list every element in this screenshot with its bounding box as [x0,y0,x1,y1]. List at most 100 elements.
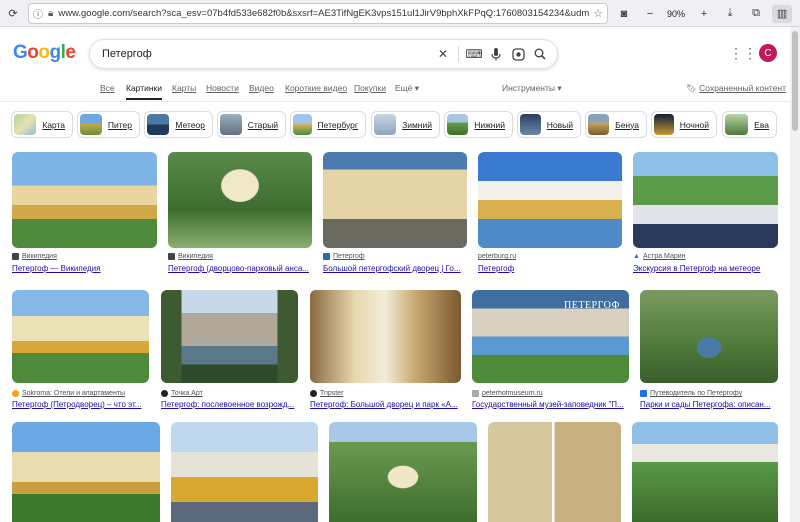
tab-all[interactable]: Все [100,83,115,93]
google-apps-icon[interactable]: ⋮⋮ [729,45,757,61]
tab-images[interactable]: Картинки [126,83,163,100]
result-source[interactable]: Википедия [168,253,312,260]
result-title[interactable]: Петергоф (дворцово-парковый анса... [168,264,312,273]
scrollbar-thumb[interactable] [792,31,798,131]
chip-meteor[interactable]: Метеор [144,111,213,138]
sidebar-icon[interactable]: ▥ [772,4,793,23]
page-scrollbar[interactable] [790,27,800,522]
chip-thumbnail [588,114,610,135]
result-source[interactable]: Tripster [310,390,461,397]
result-image[interactable] [478,152,622,248]
search-tabs: Все Картинки Карты Новости Видео Коротки… [0,78,790,102]
search-input[interactable]: Петергоф [102,48,432,60]
result-image[interactable] [168,152,312,248]
chip-old[interactable]: Старый [217,111,286,138]
tab-more[interactable]: Ещё ▾ [395,83,419,94]
tab-news[interactable]: Новости [206,83,239,93]
result-image[interactable] [12,290,149,383]
url-text[interactable]: www.google.com/search?sca_esv=07b4fd533e… [58,8,589,19]
chip-piter[interactable]: Питер [77,111,140,138]
logo-letter: o [38,42,50,63]
account-avatar[interactable]: C [759,44,777,62]
google-logo[interactable]: Google [13,42,76,64]
result-image[interactable] [488,422,621,522]
chip-thumbnail [654,114,674,135]
result-title[interactable]: Петергоф: Большой дворец и парк «А... [310,400,461,409]
extensions-icon[interactable]: ⧉ [746,5,766,23]
result-image[interactable] [323,152,467,248]
chip-label: Петербург [317,119,358,130]
result-image[interactable]: ПЕТЕРГОФ [472,290,629,383]
result-title[interactable]: Петергоф — Википедия [12,264,157,273]
chip-benois[interactable]: Бенуа [585,111,647,138]
saved-content-link[interactable]: 🔖︎ Сохраненный контент [686,83,786,94]
browser-toolbar: ⟳ ⓘ 🔒︎ www.google.com/search?sca_esv=07b… [0,0,800,27]
result-source[interactable]: Википедия [12,253,157,260]
result-image[interactable] [12,422,160,522]
tab-maps[interactable]: Карты [172,83,196,93]
result-source[interactable]: Путеводитель по Петергофу [640,390,778,397]
result-image[interactable] [329,422,477,522]
result-title[interactable]: Петергоф [478,264,622,273]
chip-petersburg[interactable]: Петербург [290,111,366,138]
tools-button[interactable]: Инструменты ▾ [502,83,562,94]
search-icon[interactable] [529,43,551,65]
result-image[interactable] [640,290,778,383]
result-title[interactable]: Парки и сады Петергофа: описан... [640,400,778,409]
chip-map[interactable]: Карта [11,111,73,138]
result-source[interactable]: Точка Арт [161,390,298,397]
chip-thumbnail [520,114,541,135]
result-image[interactable] [12,152,157,248]
result-image[interactable] [632,422,778,522]
microphone-icon[interactable] [485,43,507,65]
lens-icon[interactable] [507,43,529,65]
lock-icon[interactable]: 🔒︎ [48,8,53,19]
screenshot-icon[interactable]: ◙ [614,5,634,23]
tab-shopping[interactable]: Покупки [354,83,386,93]
result-title[interactable]: Большой петергофский дворец | Го... [323,264,467,273]
chip-night[interactable]: Ночной [651,111,717,138]
tab-videos[interactable]: Видео [249,83,274,93]
result-title[interactable]: Экскурсия в Петергоф на метеоре [633,264,778,273]
result-image[interactable] [161,290,298,383]
chip-new[interactable]: Новый [517,111,581,138]
result-title[interactable]: Государственный музей-заповедник "П... [472,400,629,409]
favicon-icon [472,390,479,397]
result-image[interactable] [310,290,461,383]
chip-thumbnail [447,114,469,135]
bookmark-icon: 🔖︎ [686,83,697,93]
tab-short-videos[interactable]: Короткие видео [285,83,347,93]
result-source[interactable]: Sokroma: Отели и апартаменты [12,390,149,397]
chip-lower[interactable]: Нижний [444,111,513,138]
result-image[interactable] [171,422,318,522]
bookmark-star-icon[interactable]: ☆ [593,7,603,20]
clear-icon[interactable]: ✕ [432,43,454,65]
chip-eva[interactable]: Ева [722,111,777,138]
keyboard-icon[interactable]: ⌨ [463,43,485,65]
downloads-icon[interactable]: ⤓ [720,5,740,23]
favicon-icon [640,390,647,397]
result-image[interactable] [633,152,778,248]
page-info-icon[interactable]: ⓘ [33,6,43,21]
chip-label: Зимний [402,119,432,130]
search-box[interactable]: Петергоф ✕ ⌨ [89,39,558,69]
result-title[interactable]: Петергоф (Петродворец) – что эт... [12,400,149,409]
zoom-in-icon[interactable]: + [694,5,714,23]
result-source[interactable]: peterburg.ru [478,253,622,260]
favicon-icon [310,390,317,397]
chip-thumbnail [220,114,242,135]
chip-thumbnail [725,114,749,135]
chip-winter[interactable]: Зимний [371,111,440,138]
result-source[interactable]: peterhofmuseum.ru [472,390,629,397]
chip-label: Метеор [175,119,205,130]
favicon-icon [12,253,19,260]
reload-icon[interactable]: ⟳ [4,4,22,22]
favicon-icon [161,390,168,397]
zoom-out-icon[interactable]: − [640,5,660,23]
address-bar[interactable]: ⓘ 🔒︎ www.google.com/search?sca_esv=07b4f… [28,3,608,24]
result-source[interactable]: Петергоф [323,253,467,260]
search-divider [458,46,459,62]
result-title[interactable]: Петергоф: послевоенное возрожд... [161,400,298,409]
result-source[interactable]: ▲ Астра Марин [633,253,778,260]
zoom-level[interactable]: 90% [664,9,688,19]
